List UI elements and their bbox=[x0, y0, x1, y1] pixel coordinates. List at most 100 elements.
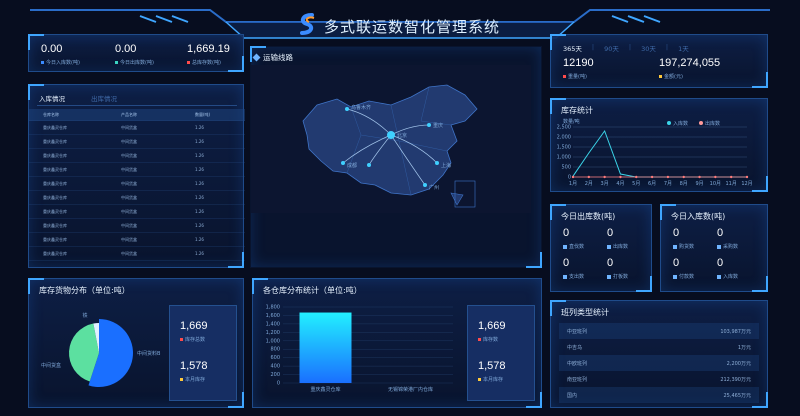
stat-label: 直伐数 bbox=[563, 243, 584, 250]
stock-stats-panel: 库存统计 数量/吨 0 500 1,000 1,500 2,000 2,500 1月 2月 3月 4… bbox=[550, 98, 768, 192]
table-cell: 中间货盒 bbox=[121, 180, 137, 186]
today-inbound-label: 今日入库数(吨) bbox=[41, 59, 80, 66]
y-tick-label: 1,400 bbox=[266, 321, 280, 327]
truck-icon bbox=[673, 244, 677, 249]
tab-365[interactable]: 365天 bbox=[563, 43, 582, 53]
warehouse-summary: 1,669 库存数 1,578 本月库存 bbox=[467, 305, 535, 401]
table-cell: 中间货盒 bbox=[121, 250, 137, 256]
series-line-inbound bbox=[572, 129, 747, 178]
period-tabs: 365天 | 90天 | 30天 | 1天 bbox=[563, 43, 689, 53]
distribution-summary: 1,669 库存总数 1,578 本月库存 bbox=[169, 305, 237, 401]
table-cell: 重庆鑫灵仓库 bbox=[43, 208, 67, 214]
route-name: 中亚班列 bbox=[567, 328, 588, 335]
stock-line-chart: 数量/吨05001,0001,5002,0002,5001月 2月 3月 4月 5月 6月… bbox=[557, 118, 753, 187]
x-tick-label: 1月 bbox=[569, 181, 577, 187]
table-cell: 重庆鑫灵仓库 bbox=[43, 166, 67, 172]
today-outbound-title: 今日出库数(吨) bbox=[561, 212, 616, 221]
x-tick-label: 2月 bbox=[585, 181, 593, 187]
truck-icon bbox=[717, 274, 721, 279]
stat-value: 0 bbox=[717, 227, 724, 239]
table-row: 重庆鑫灵仓库 中间货盒 1.26 bbox=[29, 121, 245, 135]
stat-value: 0 bbox=[607, 227, 614, 239]
y-tick-label: 2,500 bbox=[557, 125, 571, 131]
tab-1[interactable]: 1天 bbox=[678, 43, 689, 53]
tab-outbound[interactable]: 出库情况 bbox=[91, 93, 117, 103]
route-value: 103,987万元 bbox=[720, 328, 751, 335]
y-tick-label: 0 bbox=[568, 175, 571, 181]
city-label: 广州 bbox=[429, 184, 439, 191]
y-tick-label: 200 bbox=[270, 372, 280, 378]
x-tick-label: 7月 bbox=[664, 181, 672, 187]
wh-month-value: 1,578 bbox=[478, 360, 506, 372]
table-cell: 1.26 bbox=[195, 223, 204, 228]
table-row: 重庆鑫灵仓库 中间货盒 1.26 bbox=[29, 233, 245, 247]
table-cell: 中间货盒 bbox=[121, 124, 137, 130]
data-point bbox=[635, 175, 638, 179]
route-stats-title: 班列类型统计 bbox=[561, 308, 609, 317]
y-tick-label: 1,200 bbox=[266, 330, 280, 336]
bar bbox=[299, 312, 352, 383]
warehouse-title: 各仓库分布统计（单位:吨） bbox=[263, 286, 362, 295]
table-cell: 1.26 bbox=[195, 139, 204, 144]
inbound-panel: 入库情况 出库情况 仓库名称 产品名称 数量(吨) 重庆鑫灵仓库 中间货盒 1.26 重庆… bbox=[28, 84, 245, 268]
table-cell: 1.26 bbox=[195, 167, 204, 172]
city-label: 北京 bbox=[397, 132, 407, 139]
tab-inbound[interactable]: 入库情况 bbox=[39, 93, 65, 103]
data-point bbox=[745, 175, 749, 179]
y-tick-label: 1,500 bbox=[557, 145, 571, 151]
route-row: 南亚班列 212,390万元 bbox=[559, 371, 759, 387]
data-point bbox=[714, 175, 717, 179]
stat-label: 采购数 bbox=[717, 243, 738, 250]
route-name: 南亚班列 bbox=[567, 376, 588, 383]
table-row: 重庆鑫灵仓库 中间货盒 1.26 bbox=[29, 191, 245, 205]
dist-total-label: 库存总数 bbox=[180, 336, 205, 343]
x-tick-label: 无锡锦荣港厂内仓库 bbox=[388, 386, 433, 393]
table-cell: 1.26 bbox=[195, 181, 204, 186]
route-name: 中欧班列 bbox=[567, 360, 588, 367]
route-row: 中欧班列 2,200万元 bbox=[559, 355, 759, 371]
wh-total-value: 1,669 bbox=[478, 320, 506, 332]
stat-label: 付款数 bbox=[673, 273, 694, 280]
distribution-pie-chart: 中间货料B 中间货盒 铁 bbox=[41, 312, 161, 387]
data-point bbox=[650, 175, 654, 179]
table-cell: 中间货盒 bbox=[121, 166, 137, 172]
stat-label: 出库数 bbox=[607, 243, 628, 250]
stat-label: 支出数 bbox=[563, 273, 584, 280]
y-tick-label: 2,000 bbox=[557, 135, 571, 141]
stat-value: 0 bbox=[563, 257, 570, 269]
china-map: 乌鲁木齐 北京 成都 上海 广州 重庆 bbox=[302, 84, 478, 208]
page-title: 多式联运数智化管理系统 bbox=[324, 18, 501, 36]
table-cell: 中间货盒 bbox=[121, 194, 137, 200]
y-tick-label: 1,600 bbox=[266, 313, 280, 319]
data-point bbox=[571, 175, 575, 179]
table-cell: 1.26 bbox=[195, 237, 204, 242]
period-panel: 365天 | 90天 | 30天 | 1天 12190 重量(吨) 197,27… bbox=[550, 34, 768, 88]
wh-month-label: 本月库存 bbox=[478, 376, 503, 383]
data-point bbox=[666, 175, 670, 179]
x-tick-label: 8月 bbox=[680, 181, 688, 187]
truck-icon bbox=[607, 274, 611, 279]
table-cell: 重庆鑫灵仓库 bbox=[43, 194, 67, 200]
table-header: 仓库名称 产品名称 数量(吨) bbox=[29, 109, 245, 121]
route-value: 1万元 bbox=[737, 344, 751, 351]
table-cell: 重庆鑫灵仓库 bbox=[43, 152, 67, 158]
y-tick-label: 1,000 bbox=[557, 155, 571, 161]
table-cell: 重庆鑫灵仓库 bbox=[43, 124, 67, 130]
data-point bbox=[698, 175, 701, 179]
pie-label: 铁 bbox=[82, 312, 87, 319]
route-stats-panel: 班列类型统计 中亚班列 103,987万元 中吉乌 1万元 中欧班列 2,200万元 南亚班… bbox=[550, 300, 768, 408]
data-point bbox=[729, 175, 733, 179]
table-cell: 中间货盒 bbox=[121, 208, 137, 214]
distribution-title: 库存货物分布（单位:吨） bbox=[39, 286, 130, 295]
table-cell: 中间货盒 bbox=[121, 152, 137, 158]
amount-label: 金额(元) bbox=[659, 73, 683, 80]
x-tick-label: 5月 bbox=[632, 181, 640, 187]
data-point bbox=[682, 175, 685, 179]
top-stats-panel: 0.00 今日入库数(吨) 0.00 今日出库数(吨) 1,669.19 总库存… bbox=[28, 34, 244, 72]
dist-month-label: 本月库存 bbox=[180, 376, 205, 383]
tab-90[interactable]: 90天 bbox=[604, 43, 619, 53]
truck-icon bbox=[563, 244, 567, 249]
tab-30[interactable]: 30天 bbox=[641, 43, 656, 53]
legend-marker bbox=[667, 121, 671, 125]
data-point bbox=[587, 175, 591, 179]
